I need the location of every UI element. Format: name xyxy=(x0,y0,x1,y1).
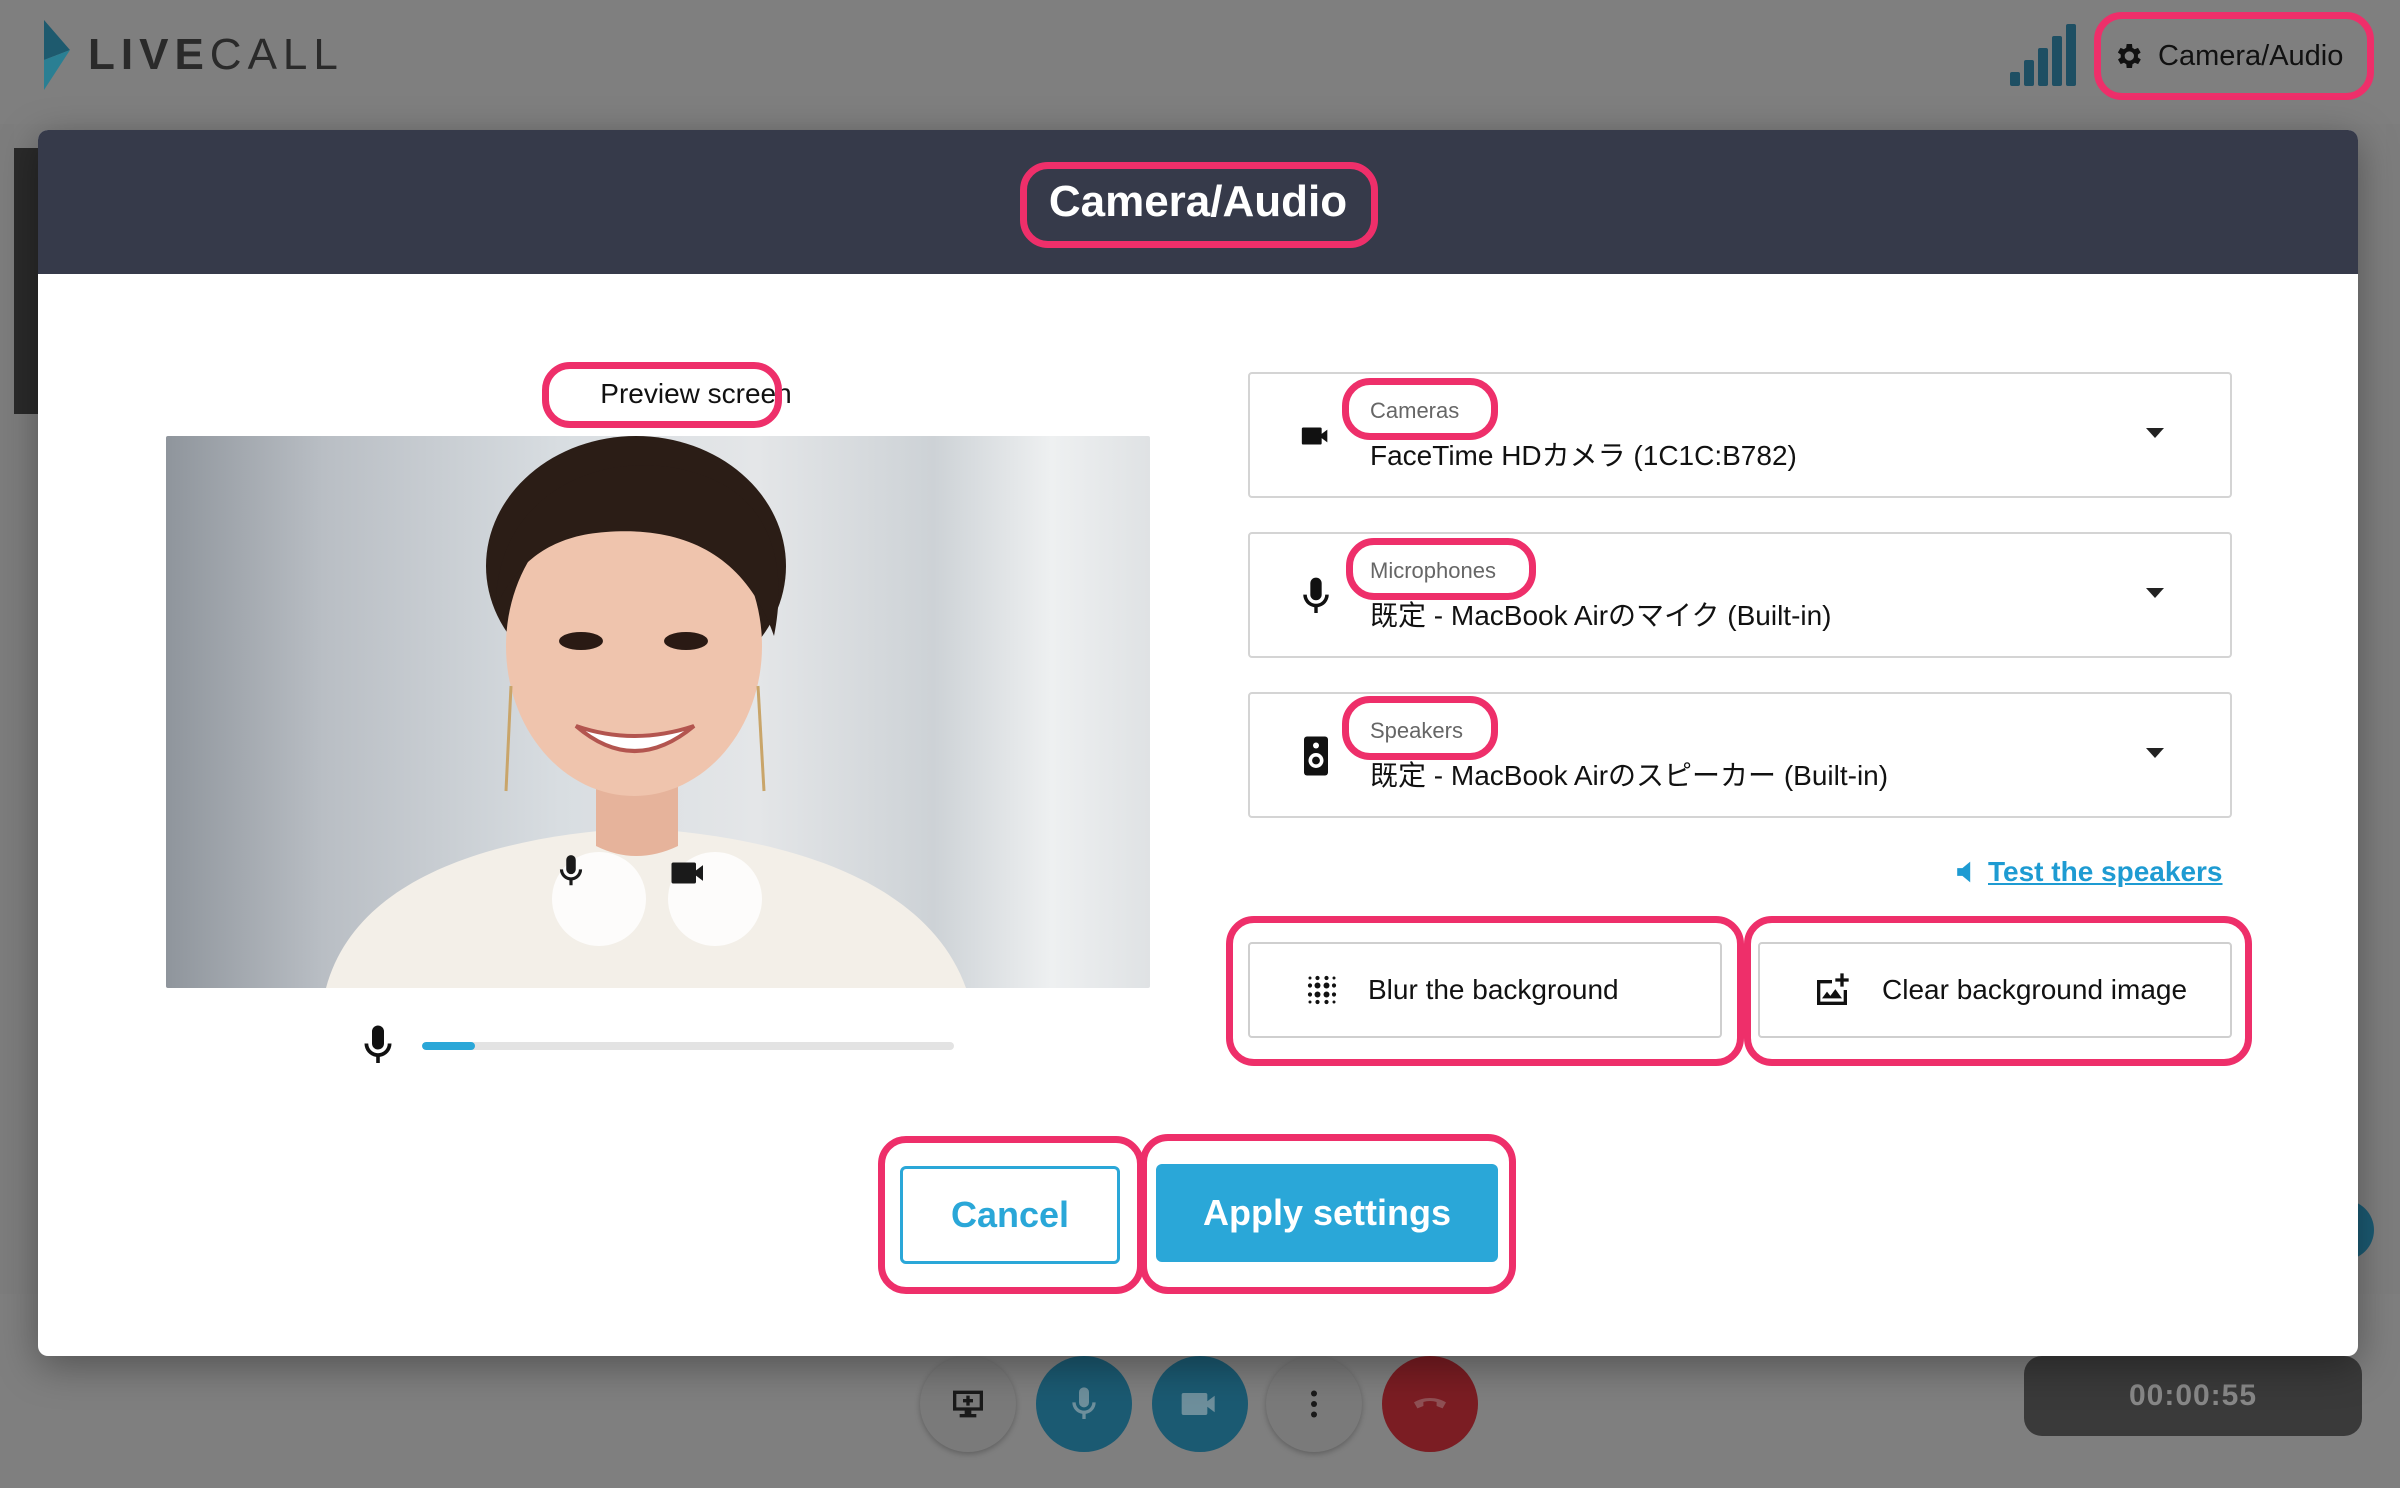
video-stage-edge xyxy=(14,148,38,414)
volume-icon xyxy=(1957,861,1971,883)
mic-level-meter xyxy=(422,1042,954,1050)
microphone-icon xyxy=(1072,1387,1096,1419)
mic-toggle-button[interactable] xyxy=(1036,1356,1132,1452)
chevron-down-icon xyxy=(2146,428,2164,438)
test-speakers-label: Test the speakers xyxy=(1988,856,2223,887)
blur-icon xyxy=(1307,975,1337,1005)
camera-audio-header-label: Camera/Audio xyxy=(2158,39,2344,72)
blur-background-button[interactable]: Blur the background xyxy=(1248,942,1722,1038)
test-speakers-link[interactable]: Test the speakers xyxy=(1954,852,2223,892)
camera-toggle-button[interactable] xyxy=(1152,1356,1248,1452)
camera-select-value: FaceTime HDカメラ (1C1C:B782) xyxy=(1370,440,1797,471)
modal-header: Camera/Audio xyxy=(38,130,2358,274)
microphone-select-label: Microphones xyxy=(1370,558,1496,583)
speaker-select-value: 既定 - MacBook Airのスピーカー (Built-in) xyxy=(1370,760,1889,791)
clear-background-button[interactable]: Clear background image xyxy=(1758,942,2232,1038)
apply-settings-button[interactable]: Apply settings xyxy=(1156,1164,1498,1262)
more-options-button[interactable] xyxy=(1266,1356,1362,1452)
video-camera-icon xyxy=(1181,1393,1215,1415)
video-camera-icon xyxy=(671,862,703,884)
logo-text: LIVECALL xyxy=(88,30,344,79)
camera-select-label: Cameras xyxy=(1370,398,1460,423)
speaker-select-label: Speakers xyxy=(1370,718,1463,743)
preview-person-image xyxy=(326,436,966,988)
microphone-icon xyxy=(1303,577,1329,613)
preview-mic-button[interactable] xyxy=(552,852,646,946)
hangup-button[interactable] xyxy=(1382,1356,1478,1452)
screen-share-icon xyxy=(953,1390,983,1418)
speaker-icon xyxy=(1304,736,1328,776)
chevron-down-icon xyxy=(2146,588,2164,598)
camera-audio-header-button[interactable]: Camera/Audio xyxy=(2100,16,2370,96)
add-image-icon xyxy=(1817,973,1849,1005)
preview-camera-button[interactable] xyxy=(668,852,762,946)
camera-select[interactable]: Cameras FaceTime HDカメラ (1C1C:B782) xyxy=(1248,372,2232,498)
microphone-select-value: 既定 - MacBook Airのマイク (Built-in) xyxy=(1370,600,1832,631)
mic-level-icon xyxy=(364,1025,392,1063)
microphone-icon xyxy=(559,855,583,886)
gear-icon xyxy=(2117,44,2141,68)
modal-title: Camera/Audio xyxy=(1048,177,1348,226)
cancel-button[interactable]: Cancel xyxy=(900,1166,1120,1264)
microphone-select[interactable]: Microphones 既定 - MacBook Airのマイク (Built-… xyxy=(1248,532,2232,658)
phone-hangup-icon xyxy=(1414,1398,1446,1409)
signal-bars-icon xyxy=(2010,24,2080,86)
mic-level-fill xyxy=(422,1042,476,1050)
video-camera-icon xyxy=(1301,427,1328,445)
more-vertical-icon xyxy=(1311,1390,1317,1418)
speaker-select[interactable]: Speakers 既定 - MacBook Airのスピーカー (Built-i… xyxy=(1248,692,2232,818)
clear-background-label: Clear background image xyxy=(1882,974,2188,1005)
top-bar: LIVECALL Camera/Audio xyxy=(0,0,2400,124)
chevron-down-icon xyxy=(2146,748,2164,758)
call-timer: 00:00:55 xyxy=(2024,1356,2362,1436)
logo-mark-icon xyxy=(44,20,70,90)
camera-audio-modal: Camera/Audio Preview screen Cameras Face… xyxy=(38,130,2358,1356)
preview-label: Preview screen xyxy=(600,378,792,409)
blur-background-label: Blur the background xyxy=(1368,974,1619,1005)
camera-preview xyxy=(166,436,1150,988)
screen-share-button[interactable] xyxy=(920,1356,1016,1452)
livecall-logo: LIVECALL xyxy=(40,18,344,92)
